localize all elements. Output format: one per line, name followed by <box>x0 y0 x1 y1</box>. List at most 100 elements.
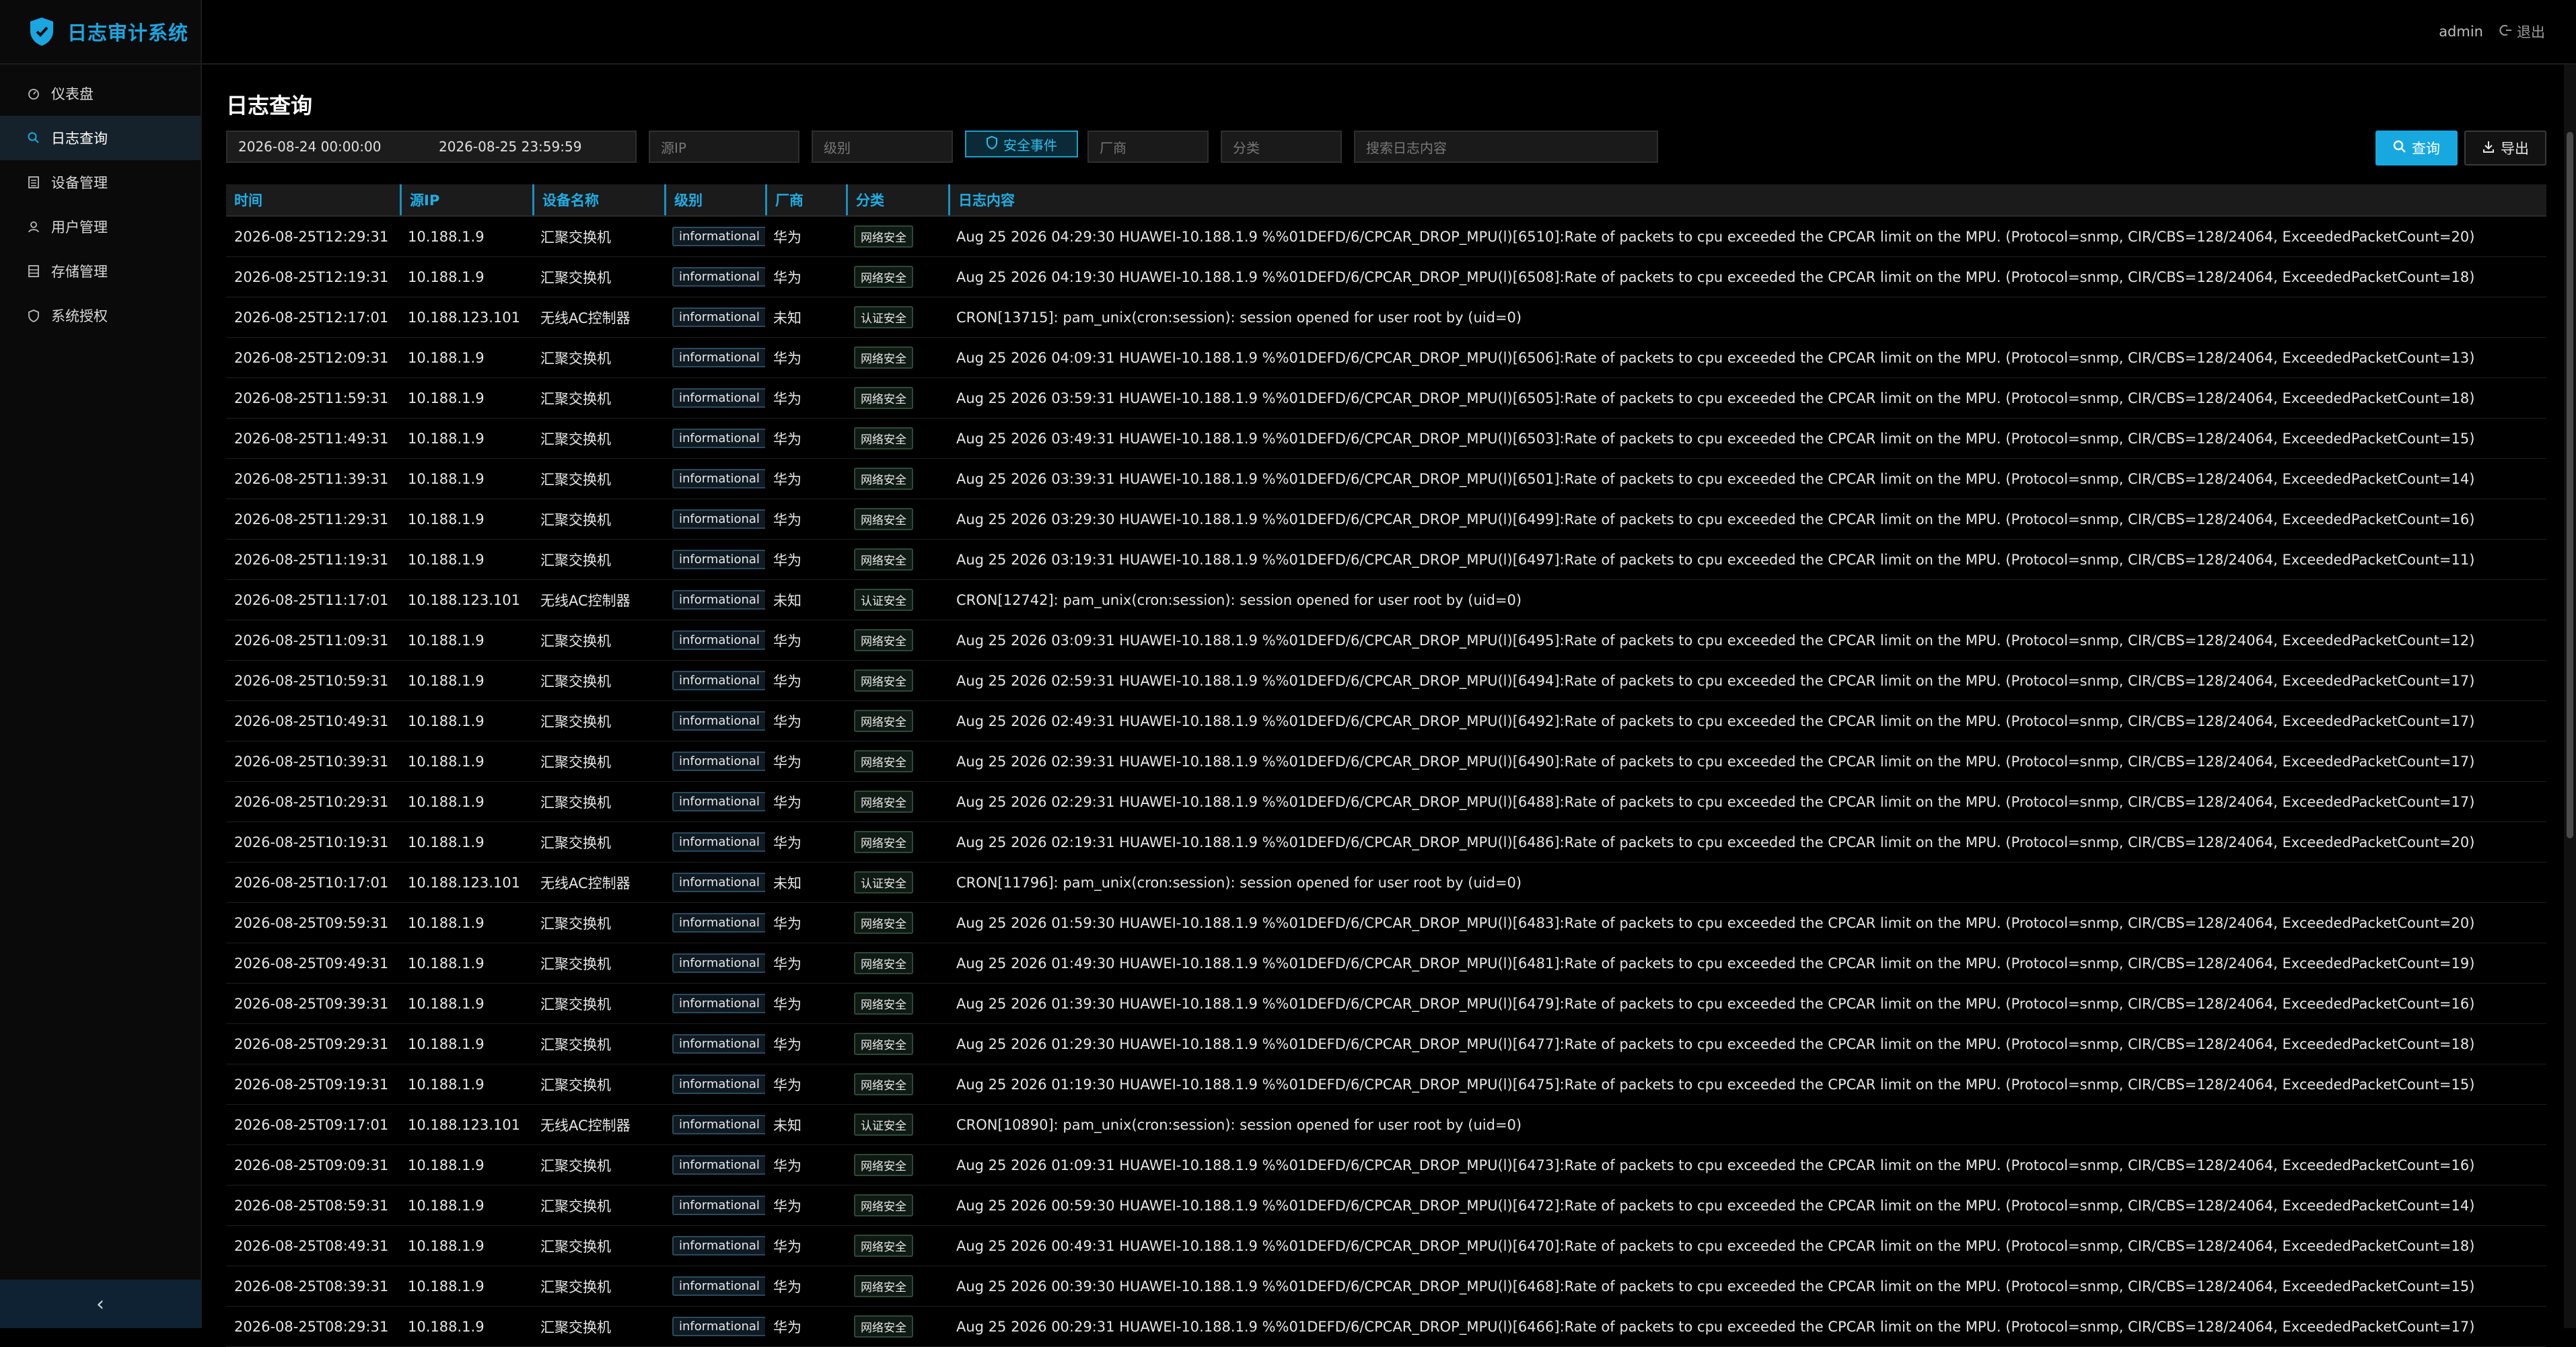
table-row[interactable]: 2026-08-25T11:17:01 10.188.123.101 无线AC控制器… <box>226 580 2546 620</box>
vendor-select[interactable]: 厂商 <box>1087 131 1209 163</box>
table-cell: 2026-08-25T11:09:31 <box>234 632 389 649</box>
level-badge: informational <box>672 429 765 448</box>
table-row[interactable]: 2026-08-25T08:49:31 10.188.1.9 汇聚交换机 inform… <box>226 1226 2546 1266</box>
table-row[interactable]: 2026-08-25T12:29:31 10.188.1.9 汇聚交换机 inform… <box>226 217 2546 257</box>
log-content-search-input[interactable]: 搜索日志内容 <box>1354 131 1658 163</box>
query-button[interactable]: 查询 <box>2375 131 2458 166</box>
table-row[interactable]: 2026-08-25T12:09:31 10.188.1.9 汇聚交换机 inform… <box>226 338 2546 378</box>
table-row[interactable]: 2026-08-25T11:19:31 10.188.1.9 汇聚交换机 inform… <box>226 540 2546 580</box>
table-cell: 10.188.1.9 <box>408 1278 485 1295</box>
category-badge: 网络安全 <box>854 1315 913 1338</box>
table-cell: 10.188.1.9 <box>408 268 485 285</box>
page-title: 日志查询 <box>226 93 313 118</box>
logout-button[interactable]: 退出 <box>2499 22 2545 42</box>
table-row[interactable]: 2026-08-25T11:29:31 10.188.1.9 汇聚交换机 inform… <box>226 499 2546 540</box>
table-cell: 汇聚交换机 <box>540 552 611 569</box>
sidebar-item-0[interactable]: 仪表盘 <box>0 71 201 116</box>
table-cell: 网络安全 <box>846 387 948 409</box>
table-row[interactable]: 2026-08-25T08:59:31 10.188.1.9 汇聚交换机 inform… <box>226 1186 2546 1226</box>
column-header[interactable]: 厂商 <box>765 184 846 215</box>
table-cell: 汇聚交换机 <box>540 794 611 811</box>
storage-icon <box>27 264 40 278</box>
table-header: 时间 源IP 设备名称 级别 厂商 分类 日志内容 <box>226 184 2546 217</box>
column-header[interactable]: 级别 <box>664 184 765 215</box>
column-header[interactable]: 设备名称 <box>532 184 664 215</box>
table-cell: 华为 <box>773 1319 801 1336</box>
sidebar-item-4[interactable]: 存储管理 <box>0 249 201 293</box>
sidebar-item-1[interactable]: 日志查询 <box>0 116 201 160</box>
src-ip-input[interactable]: 源IP <box>649 131 799 163</box>
table-cell: 华为 <box>773 996 801 1013</box>
table-cell: informational <box>664 711 765 731</box>
start-date-input[interactable]: 2026-08-24 00:00:00 <box>238 139 439 155</box>
table-row[interactable]: 2026-08-25T09:09:31 10.188.1.9 汇聚交换机 inform… <box>226 1145 2546 1186</box>
table-cell: 未知 <box>773 592 801 609</box>
table-cell: Aug 25 2026 01:29:30 HUAWEI-10.188.1.9 %… <box>956 1035 2475 1052</box>
date-range-picker[interactable]: 2026-08-24 00:00:00 2026-08-25 23:59:59 <box>226 131 637 163</box>
query-label: 查询 <box>2412 141 2440 157</box>
table-row[interactable]: 2026-08-25T08:29:31 10.188.1.9 汇聚交换机 inform… <box>226 1307 2546 1347</box>
table-row[interactable]: 2026-08-25T09:19:31 10.188.1.9 汇聚交换机 inform… <box>226 1064 2546 1105</box>
table-cell: 汇聚交换机 <box>540 996 611 1013</box>
sidebar-item-label: 存储管理 <box>51 264 108 280</box>
category-badge: 网络安全 <box>854 912 913 934</box>
category-badge: 网络安全 <box>854 952 913 974</box>
table-cell: 华为 <box>773 1036 801 1053</box>
sidebar-collapse-button[interactable]: ‹ <box>0 1280 201 1328</box>
table-row[interactable]: 2026-08-25T09:59:31 10.188.1.9 汇聚交换机 inform… <box>226 903 2546 943</box>
column-header[interactable]: 日志内容 <box>948 184 2546 215</box>
table-row[interactable]: 2026-08-25T10:59:31 10.188.1.9 汇聚交换机 inform… <box>226 661 2546 701</box>
table-row[interactable]: 2026-08-25T10:19:31 10.188.1.9 汇聚交换机 inform… <box>226 822 2546 863</box>
vertical-scrollbar[interactable] <box>2564 65 2576 1328</box>
level-select[interactable]: 级别 <box>812 131 953 163</box>
table-cell: 无线AC控制器 <box>540 592 631 609</box>
table-cell: 2026-08-25T12:19:31 <box>234 268 389 285</box>
sidebar-item-2[interactable]: 设备管理 <box>0 160 201 205</box>
table-row[interactable]: 2026-08-25T12:19:31 10.188.1.9 汇聚交换机 inform… <box>226 257 2546 297</box>
table-cell: 网络安全 <box>846 225 948 248</box>
level-badge: informational <box>672 1034 765 1054</box>
table-cell: 10.188.1.9 <box>408 1197 485 1214</box>
end-date-input[interactable]: 2026-08-25 23:59:59 <box>439 139 581 155</box>
table-row[interactable]: 2026-08-25T10:39:31 10.188.1.9 汇聚交换机 inform… <box>226 741 2546 782</box>
table-row[interactable]: 2026-08-25T10:17:01 10.188.123.101 无线AC控制器… <box>226 863 2546 903</box>
table-row[interactable]: 2026-08-25T09:49:31 10.188.1.9 汇聚交换机 inform… <box>226 943 2546 984</box>
table-row[interactable]: 2026-08-25T09:39:31 10.188.1.9 汇聚交换机 inform… <box>226 984 2546 1024</box>
table-row[interactable]: 2026-08-25T09:29:31 10.188.1.9 汇聚交换机 inform… <box>226 1024 2546 1064</box>
column-header[interactable]: 源IP <box>400 184 532 215</box>
table-row[interactable]: 2026-08-25T11:49:31 10.188.1.9 汇聚交换机 inform… <box>226 418 2546 459</box>
column-header[interactable]: 分类 <box>846 184 948 215</box>
export-button[interactable]: 导出 <box>2464 131 2546 166</box>
security-event-toggle[interactable]: 安全事件 <box>965 131 1078 157</box>
table-cell: 汇聚交换机 <box>540 632 611 649</box>
table-cell: Aug 25 2026 01:59:30 HUAWEI-10.188.1.9 %… <box>956 914 2475 931</box>
table-cell: 网络安全 <box>846 1033 948 1055</box>
security-event-label: 安全事件 <box>1003 137 1057 153</box>
table-row[interactable]: 2026-08-25T10:49:31 10.188.1.9 汇聚交换机 inform… <box>226 701 2546 741</box>
table-row[interactable]: 2026-08-25T08:39:31 10.188.1.9 汇聚交换机 inform… <box>226 1266 2546 1307</box>
table-cell: 10.188.1.9 <box>408 349 485 366</box>
table-cell: 华为 <box>773 229 801 246</box>
table-row[interactable]: 2026-08-25T11:39:31 10.188.1.9 汇聚交换机 inform… <box>226 459 2546 499</box>
table-cell: 华为 <box>773 390 801 407</box>
table-row[interactable]: 2026-08-25T11:09:31 10.188.1.9 汇聚交换机 inform… <box>226 620 2546 661</box>
table-row[interactable]: 2026-08-25T11:59:31 10.188.1.9 汇聚交换机 inform… <box>226 378 2546 418</box>
table-cell: 网络安全 <box>846 912 948 934</box>
category-badge: 网络安全 <box>854 468 913 490</box>
category-badge: 网络安全 <box>854 1235 913 1257</box>
category-badge: 网络安全 <box>854 831 913 853</box>
sidebar-item-5[interactable]: 系统授权 <box>0 293 201 338</box>
table-row[interactable]: 2026-08-25T10:29:31 10.188.1.9 汇聚交换机 inform… <box>226 782 2546 822</box>
column-header[interactable]: 时间 <box>226 184 400 215</box>
table-row[interactable]: 2026-08-25T09:17:01 10.188.123.101 无线AC控制器… <box>226 1105 2546 1145</box>
table-row[interactable]: 2026-08-25T12:17:01 10.188.123.101 无线AC控制器… <box>226 297 2546 338</box>
sidebar-item-3[interactable]: 用户管理 <box>0 205 201 249</box>
table-cell: Aug 25 2026 03:59:31 HUAWEI-10.188.1.9 %… <box>956 390 2475 406</box>
table-cell: informational <box>664 307 765 327</box>
table-cell: 汇聚交换机 <box>540 1198 611 1214</box>
category-select[interactable]: 分类 <box>1221 131 1342 163</box>
scrollbar-thumb[interactable] <box>2567 132 2573 838</box>
category-badge: 网络安全 <box>854 1033 913 1055</box>
sidebar-menu: 仪表盘 日志查询 设备管理 用户管理存储管理系统授权 <box>0 71 201 338</box>
table-cell: informational <box>664 873 765 892</box>
